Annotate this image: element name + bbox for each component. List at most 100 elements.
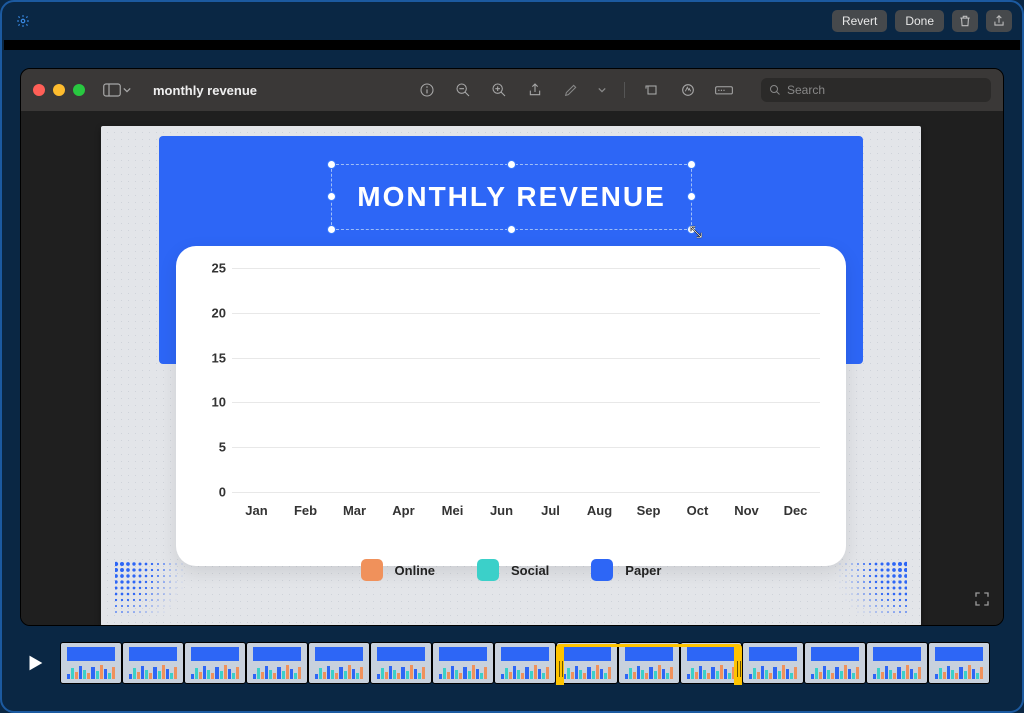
timeline-thumb[interactable]	[308, 642, 370, 684]
x-label: Apr	[379, 503, 428, 518]
rotate-icon	[644, 82, 660, 98]
enter-fullscreen-button[interactable]	[973, 590, 991, 613]
timeline-thumb[interactable]	[60, 642, 122, 684]
resize-handle-tr[interactable]	[687, 160, 696, 169]
timeline-thumb[interactable]	[618, 642, 680, 684]
play-button[interactable]	[20, 648, 50, 678]
timeline-thumb[interactable]	[680, 642, 742, 684]
maximize-window-icon[interactable]	[73, 84, 85, 96]
decorative-dots-right	[837, 561, 907, 616]
info-icon	[419, 82, 435, 98]
minimize-window-icon[interactable]	[53, 84, 65, 96]
y-tick: 5	[198, 440, 226, 455]
x-label: Feb	[281, 503, 330, 518]
close-window-icon[interactable]	[33, 84, 45, 96]
resize-handle-ml[interactable]	[327, 192, 336, 201]
chart-legend: Online Social Paper	[176, 552, 846, 588]
chart-title-text[interactable]: MONTHLY REVENUE	[332, 181, 691, 213]
resize-handle-bl[interactable]	[327, 225, 336, 234]
zoom-in-icon	[491, 82, 507, 98]
resize-cursor-icon	[687, 223, 705, 241]
pen-icon	[563, 82, 579, 98]
search-icon	[769, 84, 781, 96]
y-tick: 15	[198, 350, 226, 365]
revert-button[interactable]: Revert	[832, 10, 887, 32]
timeline-thumb[interactable]	[494, 642, 556, 684]
y-tick: 10	[198, 395, 226, 410]
x-label: Dec	[771, 503, 820, 518]
delete-button[interactable]	[952, 10, 978, 32]
share-icon	[992, 14, 1006, 28]
done-button[interactable]: Done	[895, 10, 944, 32]
markup-pen-button[interactable]	[562, 81, 580, 99]
x-label: Jul	[526, 503, 575, 518]
outer-title-bar: Revert Done	[2, 2, 1022, 40]
x-label: Aug	[575, 503, 624, 518]
redact-button[interactable]	[715, 81, 733, 99]
zoom-in-button[interactable]	[490, 81, 508, 99]
bar-chart: 0510152025	[232, 268, 820, 492]
x-label: Mar	[330, 503, 379, 518]
timeline-thumb[interactable]	[122, 642, 184, 684]
title-selection-box[interactable]: MONTHLY REVENUE	[331, 164, 692, 230]
timeline-thumb[interactable]	[804, 642, 866, 684]
search-input[interactable]	[787, 83, 983, 97]
trash-icon	[958, 14, 972, 28]
x-label: Sep	[624, 503, 673, 518]
decorative-dots-left	[115, 561, 185, 616]
markup-toggle-button[interactable]	[679, 81, 697, 99]
search-field[interactable]	[761, 78, 991, 102]
video-letterbox-top	[4, 40, 1020, 50]
settings-gear-icon[interactable]	[16, 14, 30, 28]
timeline-thumb[interactable]	[928, 642, 990, 684]
redact-icon	[715, 83, 733, 97]
legend-item: Paper	[591, 559, 661, 581]
chart-x-axis: JanFebMarAprMeiJunJulAugSepOctNovDec	[232, 503, 820, 518]
document-canvas[interactable]: 0510152025 JanFebMarAprMeiJunJulAugSepOc…	[21, 111, 1003, 625]
timeline-thumb[interactable]	[184, 642, 246, 684]
play-icon	[24, 652, 46, 674]
chevron-down-icon	[123, 86, 131, 94]
legend-swatch	[477, 559, 499, 581]
fullscreen-icon	[973, 590, 991, 608]
legend-swatch	[591, 559, 613, 581]
info-button[interactable]	[418, 81, 436, 99]
markup-icon	[680, 82, 696, 98]
sidebar-icon	[103, 83, 121, 97]
timeline-thumb[interactable]	[866, 642, 928, 684]
share-tool-button[interactable]	[526, 81, 544, 99]
chevron-down-icon[interactable]	[598, 86, 606, 94]
crop-rotate-button[interactable]	[643, 81, 661, 99]
screenshot-editor-window: Revert Done monthly revenue	[0, 0, 1024, 713]
chart-card: 0510152025 JanFebMarAprMeiJunJulAugSepOc…	[176, 246, 846, 566]
preview-toolbar: monthly revenue	[21, 69, 1003, 111]
preview-window: monthly revenue	[20, 68, 1004, 626]
x-label: Mei	[428, 503, 477, 518]
timeline-thumb[interactable]	[246, 642, 308, 684]
x-label: Jan	[232, 503, 281, 518]
legend-label: Social	[511, 563, 549, 578]
legend-label: Paper	[625, 563, 661, 578]
x-label: Nov	[722, 503, 771, 518]
resize-handle-tm[interactable]	[507, 160, 516, 169]
legend-label: Online	[395, 563, 435, 578]
timeline-thumb[interactable]	[742, 642, 804, 684]
resize-handle-bm[interactable]	[507, 225, 516, 234]
resize-handle-mr[interactable]	[687, 192, 696, 201]
x-label: Oct	[673, 503, 722, 518]
timeline-thumb[interactable]	[556, 642, 618, 684]
timeline-thumbnails[interactable]	[60, 641, 1004, 685]
sidebar-toggle-button[interactable]	[103, 83, 131, 97]
timeline-thumb[interactable]	[432, 642, 494, 684]
share-button[interactable]	[986, 10, 1012, 32]
y-tick: 0	[198, 485, 226, 500]
resize-handle-tl[interactable]	[327, 160, 336, 169]
timeline-thumb[interactable]	[370, 642, 432, 684]
window-controls	[33, 84, 85, 96]
zoom-out-icon	[455, 82, 471, 98]
video-timeline[interactable]	[20, 636, 1004, 690]
y-tick: 25	[198, 261, 226, 276]
legend-item: Online	[361, 559, 435, 581]
toolbar-divider	[624, 82, 625, 98]
zoom-out-button[interactable]	[454, 81, 472, 99]
